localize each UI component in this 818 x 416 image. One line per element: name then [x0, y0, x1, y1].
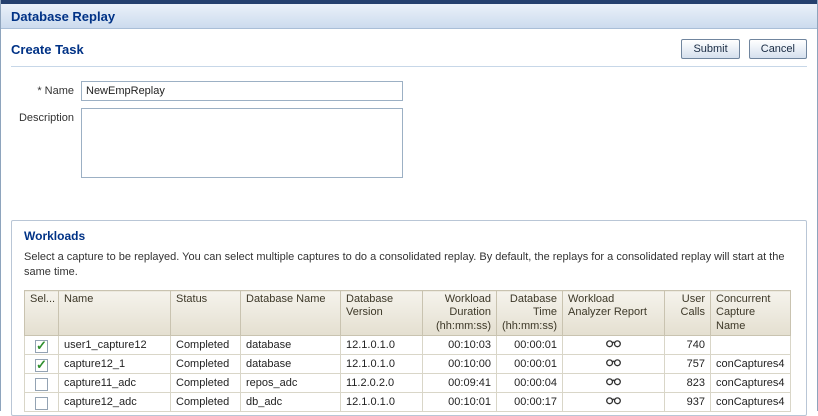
cell-status: Completed	[171, 374, 241, 393]
cell-database-time: 00:00:17	[497, 393, 563, 412]
create-task-form: * Name Description	[1, 81, 817, 178]
header-name: Name	[59, 291, 171, 336]
header-user-calls: User Calls	[665, 291, 711, 336]
task-header: Create Task Submit Cancel	[1, 29, 817, 66]
name-row: * Name	[1, 81, 817, 101]
submit-button[interactable]: Submit	[681, 39, 739, 59]
table-row: capture12_1 Completed database 12.1.0.1.…	[25, 355, 791, 374]
header-workload-duration: Workload Duration (hh:mm:ss)	[423, 291, 497, 336]
table-row: user1_capture12 Completed database 12.1.…	[25, 336, 791, 355]
header-select: Sel...	[25, 291, 59, 336]
analyzer-report-link[interactable]	[606, 339, 621, 348]
header-database-version: Database Version	[341, 291, 423, 336]
select-checkbox[interactable]	[35, 378, 48, 391]
table-header-row: Sel... Name Status Database Name Databas…	[25, 291, 791, 336]
cell-name: capture12_adc	[59, 393, 171, 412]
cell-concurrent-capture-name: conCaptures4	[711, 393, 791, 412]
cell-database-name: repos_adc	[241, 374, 341, 393]
glasses-icon	[606, 396, 621, 405]
name-label: * Name	[1, 81, 81, 97]
cell-name: user1_capture12	[59, 336, 171, 355]
name-input[interactable]	[81, 81, 403, 101]
description-label: Description	[1, 108, 81, 124]
cell-concurrent-capture-name: conCaptures4	[711, 355, 791, 374]
workloads-panel: Workloads Select a capture to be replaye…	[11, 220, 807, 416]
cell-database-time: 00:00:01	[497, 355, 563, 374]
cell-database-version: 12.1.0.1.0	[341, 393, 423, 412]
cell-database-version: 12.1.0.1.0	[341, 355, 423, 374]
name-label-text: Name	[45, 85, 74, 97]
description-input[interactable]	[81, 108, 403, 178]
cell-workload-duration: 00:09:41	[423, 374, 497, 393]
cell-status: Completed	[171, 355, 241, 374]
table-row: capture11_adc Completed repos_adc 11.2.0…	[25, 374, 791, 393]
cell-database-name: database	[241, 336, 341, 355]
cell-workload-duration: 00:10:03	[423, 336, 497, 355]
workloads-table: Sel... Name Status Database Name Databas…	[24, 290, 791, 412]
cell-workload-duration: 00:10:00	[423, 355, 497, 374]
workloads-instructions: Select a capture to be replayed. You can…	[24, 250, 786, 279]
cell-user-calls: 740	[665, 336, 711, 355]
cell-user-calls: 937	[665, 393, 711, 412]
cell-concurrent-capture-name: conCaptures4	[711, 374, 791, 393]
cell-name: capture12_1	[59, 355, 171, 374]
cell-status: Completed	[171, 336, 241, 355]
glasses-icon	[606, 339, 621, 348]
glasses-icon	[606, 377, 621, 386]
description-row: Description	[1, 108, 817, 178]
header-status: Status	[171, 291, 241, 336]
table-row: capture12_adc Completed db_adc 12.1.0.1.…	[25, 393, 791, 412]
select-checkbox[interactable]	[35, 397, 48, 410]
select-checkbox[interactable]	[35, 359, 48, 372]
analyzer-report-link[interactable]	[606, 358, 621, 367]
cancel-button[interactable]: Cancel	[749, 39, 807, 59]
task-title: Create Task	[11, 42, 84, 57]
select-checkbox[interactable]	[35, 340, 48, 353]
header-analyzer-report: Workload Analyzer Report	[563, 291, 665, 336]
cell-concurrent-capture-name	[711, 336, 791, 355]
analyzer-report-link[interactable]	[606, 396, 621, 405]
cell-database-version: 11.2.0.2.0	[341, 374, 423, 393]
header-database-name: Database Name	[241, 291, 341, 336]
task-actions: Submit Cancel	[675, 39, 807, 59]
required-marker: *	[37, 85, 41, 97]
header-separator	[11, 66, 807, 67]
cell-user-calls: 757	[665, 355, 711, 374]
cell-database-time: 00:00:01	[497, 336, 563, 355]
workloads-title: Workloads	[24, 229, 794, 243]
cell-database-name: database	[241, 355, 341, 374]
glasses-icon	[606, 358, 621, 367]
analyzer-report-link[interactable]	[606, 377, 621, 386]
cell-database-version: 12.1.0.1.0	[341, 336, 423, 355]
header-database-time: Database Time (hh:mm:ss)	[497, 291, 563, 336]
cell-status: Completed	[171, 393, 241, 412]
cell-database-time: 00:00:04	[497, 374, 563, 393]
cell-database-name: db_adc	[241, 393, 341, 412]
page-title: Database Replay	[11, 9, 115, 24]
cell-name: capture11_adc	[59, 374, 171, 393]
header-concurrent-capture-name: Concurrent Capture Name	[711, 291, 791, 336]
cell-workload-duration: 00:10:01	[423, 393, 497, 412]
brand-bar: Database Replay	[1, 4, 817, 29]
cell-user-calls: 823	[665, 374, 711, 393]
